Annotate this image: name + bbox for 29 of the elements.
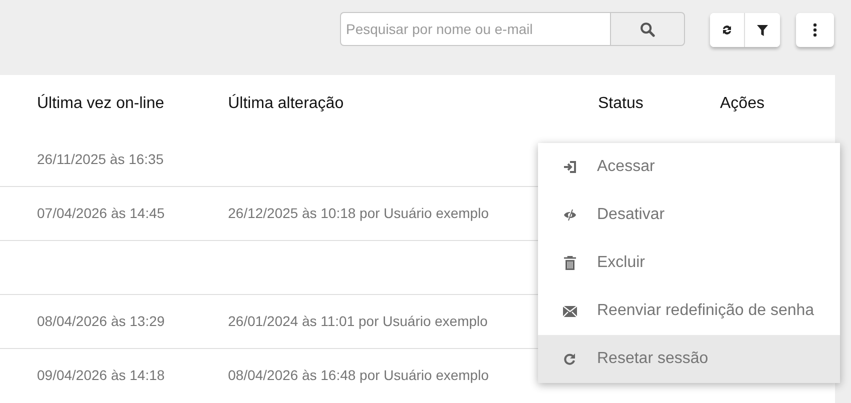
table-cell: 09/04/2026 às 14:18 [37,366,165,382]
menu-item[interactable]: Reenviar redefinição de senha [538,287,840,335]
refresh-icon [563,352,576,366]
menu-item[interactable]: Resetar sessão [538,335,840,383]
filter-icon [757,24,768,36]
column-header: Status [598,95,644,112]
table-cell: 26/01/2024 às 11:01 por Usuário exemplo [228,312,488,328]
column-header: Última alteração [228,95,344,112]
table-cell: 26/12/2025 às 10:18 por Usuário exemplo [228,204,489,220]
refresh-icon [721,24,733,36]
search-button[interactable] [610,12,685,46]
search-icon [640,22,655,36]
column-header: Última vez on-line [37,95,164,112]
envelope-icon [562,306,576,316]
table-cell: 08/04/2026 às 16:48 por Usuário exemplo [228,366,489,382]
login-icon [562,161,576,173]
table-cell: 26/11/2025 às 16:35 [37,150,164,166]
eye-slash-icon [562,209,576,221]
filter-button[interactable] [745,13,780,47]
menu-item[interactable]: Desativar [538,191,840,239]
menu-item[interactable]: Excluir [538,239,840,287]
table-cell: 07/04/2026 às 14:45 [37,204,165,220]
kebab-menu-icon [813,23,817,37]
menu-item[interactable]: Acessar [538,143,840,191]
column-header: Ações [720,95,764,112]
table-cell: 08/04/2026 às 13:29 [37,312,165,328]
refresh-button[interactable] [710,13,745,47]
trash-icon [564,256,576,270]
search-field[interactable]: Pesquisar por nome ou e-mail [340,12,610,46]
